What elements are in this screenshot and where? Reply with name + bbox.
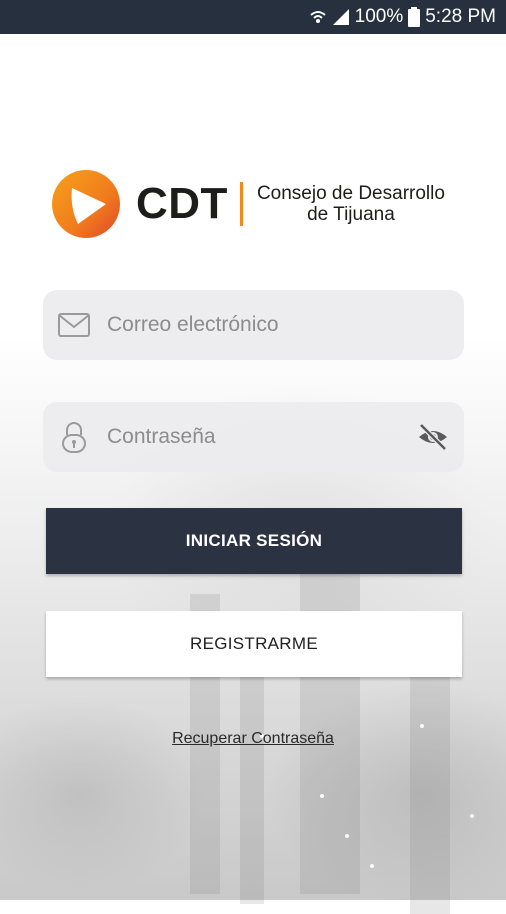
lock-icon [57,420,91,454]
battery-level: 100% [354,6,404,27]
brand-short-name: CDT [136,179,228,228]
wifi-icon [309,8,327,26]
signal-icon [332,8,350,26]
brand-divider [239,182,243,226]
brand-full-name-line2: de Tijuana [307,204,395,225]
cdt-logo-icon [52,170,120,238]
login-button[interactable]: INICIAR SESIÓN [46,508,462,574]
password-field[interactable] [43,402,464,472]
status-bar: 100% 5:28 PM [0,0,506,34]
register-button[interactable]: REGISTRARME [46,611,462,677]
brand-full-name: Consejo de Desarrollo de Tijuana [257,183,445,225]
brand-full-name-line1: Consejo de Desarrollo [256,183,445,204]
email-field[interactable] [43,290,464,360]
brand-logo: CDT Consejo de Desarrollo de Tijuana [50,168,460,240]
mail-icon [57,308,91,342]
recover-password-link[interactable]: Recuperar Contraseña [0,730,506,748]
password-input[interactable] [105,424,409,450]
battery-icon [408,7,421,27]
clock: 5:28 PM [425,6,496,27]
email-input[interactable] [105,312,409,338]
eye-off-icon[interactable] [416,420,450,454]
